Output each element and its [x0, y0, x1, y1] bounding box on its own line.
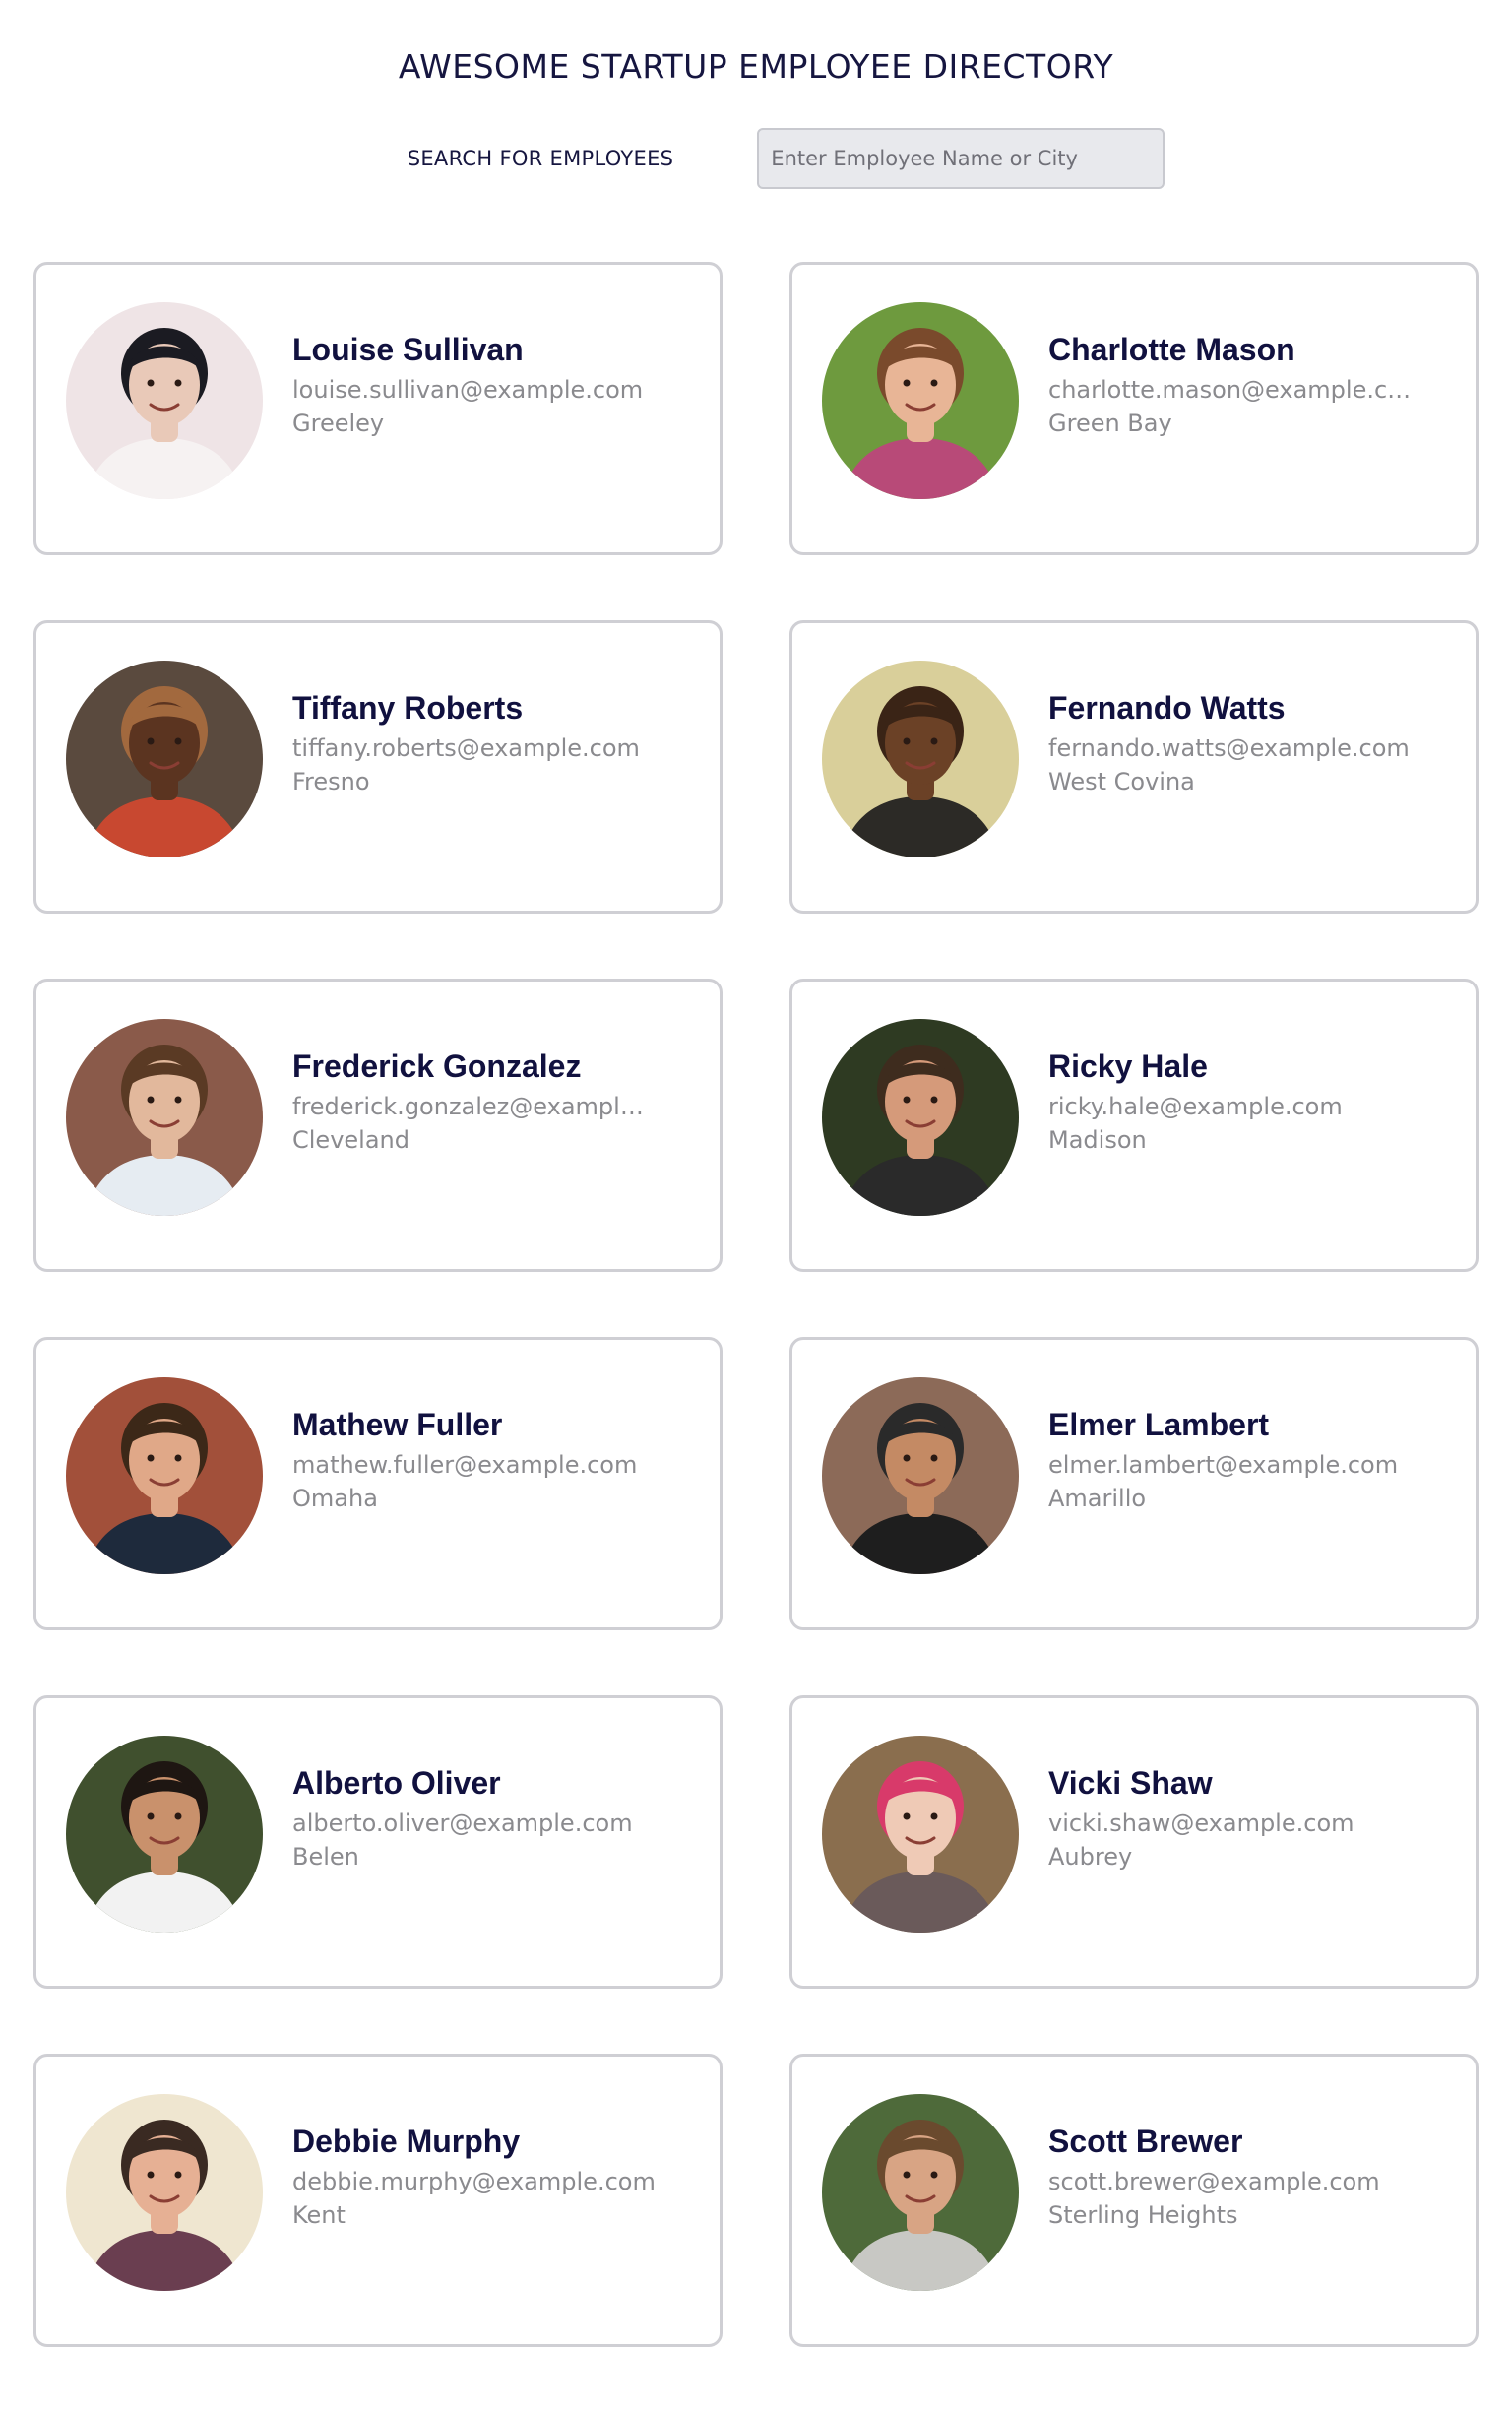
employee-email: mathew.fuller@example.com: [292, 1451, 638, 1479]
employee-info: Debbie Murphy debbie.murphy@example.com …: [292, 2094, 686, 2232]
employee-email: charlotte.mason@example.com: [1048, 376, 1413, 404]
employee-card[interactable]: Ricky Hale ricky.hale@example.com Madiso…: [789, 979, 1479, 1272]
employee-avatar: [66, 302, 263, 499]
avatar-photo: [822, 302, 1019, 499]
employee-city: Cleveland: [292, 1126, 410, 1154]
avatar-photo: [66, 1019, 263, 1216]
employee-city: Green Bay: [1048, 410, 1172, 437]
employee-city: Amarillo: [1048, 1485, 1147, 1512]
employee-info: Fernando Watts fernando.watts@example.co…: [1048, 661, 1442, 798]
employee-city: Madison: [1048, 1126, 1147, 1154]
employee-city: Kent: [292, 2201, 346, 2229]
employee-avatar: [66, 1019, 263, 1216]
employee-info: Louise Sullivan louise.sullivan@example.…: [292, 302, 686, 440]
employee-name: Scott Brewer: [1048, 2124, 1243, 2159]
employee-info: Alberto Oliver alberto.oliver@example.co…: [292, 1736, 686, 1873]
employee-card[interactable]: Debbie Murphy debbie.murphy@example.com …: [33, 2054, 723, 2347]
employee-card[interactable]: Elmer Lambert elmer.lambert@example.com …: [789, 1337, 1479, 1630]
search-label: SEARCH FOR EMPLOYEES: [407, 147, 674, 170]
employee-city: Fresno: [292, 768, 370, 795]
employee-name: Frederick Gonzalez: [292, 1048, 582, 1084]
employee-avatar: [66, 661, 263, 857]
employee-avatar: [822, 1019, 1019, 1216]
employee-name: Tiffany Roberts: [292, 690, 524, 726]
employee-name: Louise Sullivan: [292, 332, 524, 367]
employee-city: Aubrey: [1048, 1843, 1133, 1871]
employee-email: frederick.gonzalez@example.com: [292, 1093, 657, 1120]
employee-card[interactable]: Fernando Watts fernando.watts@example.co…: [789, 620, 1479, 914]
employee-info: Elmer Lambert elmer.lambert@example.com …: [1048, 1377, 1442, 1515]
employee-city: Sterling Heights: [1048, 2201, 1238, 2229]
employee-email: louise.sullivan@example.com: [292, 376, 644, 404]
employee-name: Mathew Fuller: [292, 1407, 503, 1442]
employee-avatar: [822, 2094, 1019, 2291]
employee-city: Omaha: [292, 1485, 378, 1512]
employee-name: Alberto Oliver: [292, 1765, 501, 1801]
employee-info: Tiffany Roberts tiffany.roberts@example.…: [292, 661, 686, 798]
avatar-photo: [66, 1736, 263, 1933]
avatar-photo: [822, 661, 1019, 857]
page-title: AWESOME STARTUP EMPLOYEE DIRECTORY: [398, 47, 1114, 86]
employee-email: debbie.murphy@example.com: [292, 2168, 656, 2195]
employee-grid: Louise Sullivan louise.sullivan@example.…: [33, 262, 1479, 2347]
avatar-photo: [822, 1736, 1019, 1933]
employee-city: West Covina: [1048, 768, 1195, 795]
employee-info: Ricky Hale ricky.hale@example.com Madiso…: [1048, 1019, 1442, 1157]
avatar-photo: [822, 1019, 1019, 1216]
employee-city: Belen: [292, 1843, 359, 1871]
employee-email: elmer.lambert@example.com: [1048, 1451, 1399, 1479]
employee-avatar: [822, 661, 1019, 857]
employee-card[interactable]: Scott Brewer scott.brewer@example.com St…: [789, 2054, 1479, 2347]
employee-avatar: [66, 1736, 263, 1933]
employee-email: alberto.oliver@example.com: [292, 1809, 633, 1837]
employee-info: Charlotte Mason charlotte.mason@example.…: [1048, 302, 1442, 440]
employee-info: Mathew Fuller mathew.fuller@example.com …: [292, 1377, 686, 1515]
employee-name: Ricky Hale: [1048, 1048, 1208, 1084]
employee-name: Debbie Murphy: [292, 2124, 521, 2159]
search-input[interactable]: [757, 128, 1166, 189]
employee-card[interactable]: Vicki Shaw vicki.shaw@example.com Aubrey: [789, 1695, 1479, 1989]
employee-name: Vicki Shaw: [1048, 1765, 1213, 1801]
employee-avatar: [822, 1736, 1019, 1933]
employee-email: tiffany.roberts@example.com: [292, 734, 640, 762]
employee-name: Elmer Lambert: [1048, 1407, 1270, 1442]
employee-city: Greeley: [292, 410, 385, 437]
employee-card[interactable]: Tiffany Roberts tiffany.roberts@example.…: [33, 620, 723, 914]
search-bar: SEARCH FOR EMPLOYEES: [0, 128, 1512, 189]
employee-info: Scott Brewer scott.brewer@example.com St…: [1048, 2094, 1442, 2232]
avatar-photo: [822, 1377, 1019, 1574]
employee-card[interactable]: Frederick Gonzalez frederick.gonzalez@ex…: [33, 979, 723, 1272]
employee-card[interactable]: Alberto Oliver alberto.oliver@example.co…: [33, 1695, 723, 1989]
employee-email: ricky.hale@example.com: [1048, 1093, 1343, 1120]
employee-card[interactable]: Mathew Fuller mathew.fuller@example.com …: [33, 1337, 723, 1630]
employee-avatar: [66, 2094, 263, 2291]
employee-email: vicki.shaw@example.com: [1048, 1809, 1354, 1837]
employee-name: Charlotte Mason: [1048, 332, 1295, 367]
avatar-photo: [822, 2094, 1019, 2291]
employee-info: Frederick Gonzalez frederick.gonzalez@ex…: [292, 1019, 686, 1157]
employee-info: Vicki Shaw vicki.shaw@example.com Aubrey: [1048, 1736, 1442, 1873]
avatar-photo: [66, 2094, 263, 2291]
avatar-photo: [66, 1377, 263, 1574]
employee-avatar: [822, 1377, 1019, 1574]
employee-avatar: [822, 302, 1019, 499]
employee-avatar: [66, 1377, 263, 1574]
employee-card[interactable]: Charlotte Mason charlotte.mason@example.…: [789, 262, 1479, 555]
employee-name: Fernando Watts: [1048, 690, 1286, 726]
avatar-photo: [66, 661, 263, 857]
employee-email: scott.brewer@example.com: [1048, 2168, 1380, 2195]
employee-email: fernando.watts@example.com: [1048, 734, 1410, 762]
employee-card[interactable]: Louise Sullivan louise.sullivan@example.…: [33, 262, 723, 555]
avatar-photo: [66, 302, 263, 499]
